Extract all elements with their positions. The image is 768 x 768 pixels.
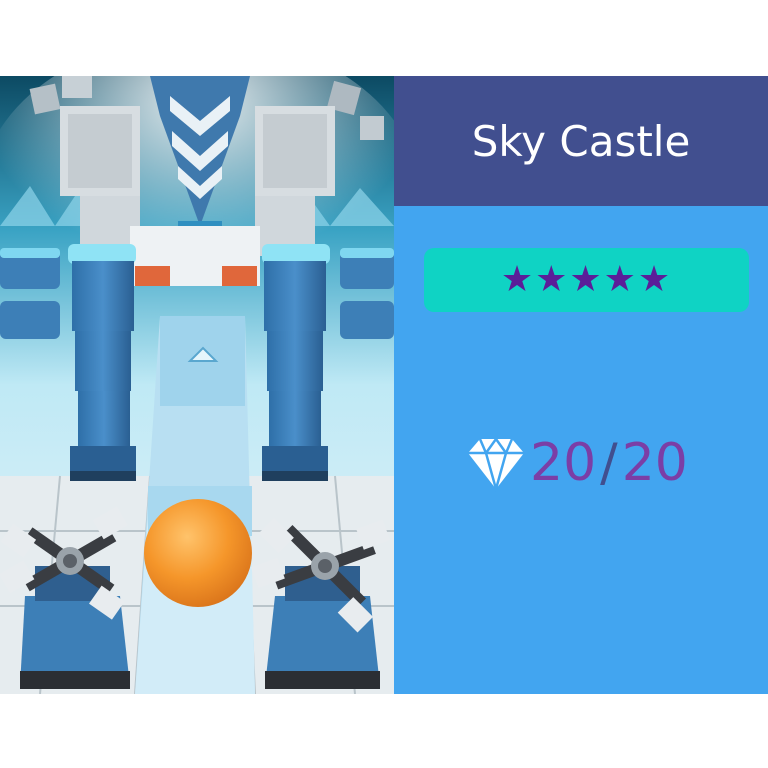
level-title: Sky Castle [471,116,691,166]
sky-castle-scene [0,76,394,694]
gems-separator: / [600,433,618,493]
level-info-panel: Sky Castle ★★★★★ 20/20 [394,76,768,694]
gems-collected: 20 [530,433,597,493]
level-preview-image [0,76,394,694]
gems-total: 20 [621,433,688,493]
diamond-icon [468,436,524,493]
gem-counter: 20/20 [466,428,688,498]
player-ball [144,499,252,607]
level-title-bar: Sky Castle [394,76,768,206]
star-icon: ★★★★★ [500,259,673,300]
level-card[interactable]: Sky Castle ★★★★★ 20/20 [0,76,768,694]
star-rating: ★★★★★ [424,248,749,312]
gem-count: 20/20 [530,437,688,489]
